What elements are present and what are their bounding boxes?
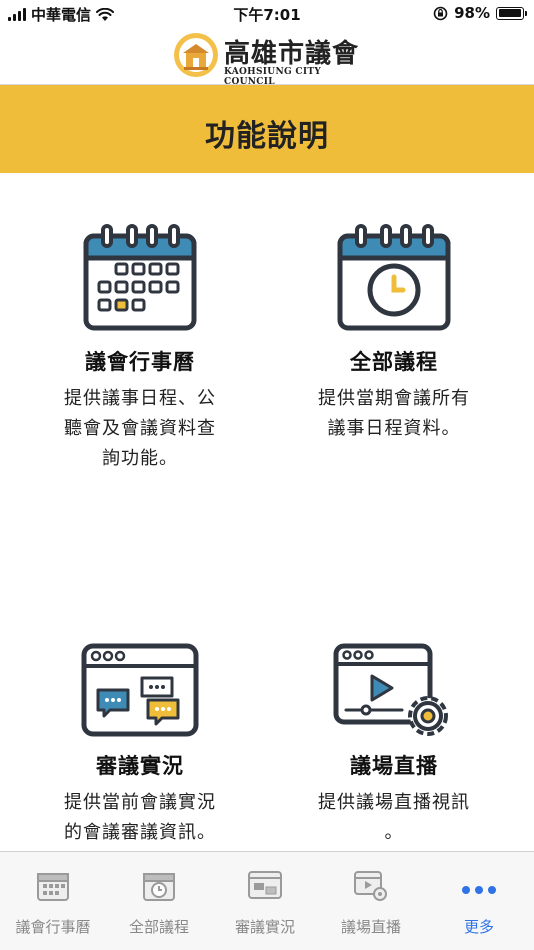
feature-desc-line: 提供當期會議所有 (318, 388, 470, 409)
chat-window-icon (248, 871, 282, 899)
feature-card-broadcast: 議場直播 提供議場直播視訊 。 (264, 642, 524, 848)
chat-window-icon (81, 643, 199, 737)
rotation-lock-icon (433, 6, 448, 20)
page-title: 功能說明 (205, 119, 329, 154)
tab-label: 議會行事曆 (15, 918, 91, 936)
tab-label: 全部議程 (128, 918, 189, 936)
feature-title-agenda: 全部議程 (350, 350, 438, 374)
logo-subtitle: KAOHSIUNG CITY COUNCIL (224, 67, 322, 87)
feature-desc-line: 詢功能。 (102, 448, 178, 469)
feature-title-broadcast: 議場直播 (350, 754, 438, 778)
feature-desc-line: 聽會及會議資料查 (64, 418, 216, 439)
feature-desc-deliberation: 提供當前會議實況 的會議審議資訊。 (10, 788, 270, 848)
calendar-icon (37, 873, 69, 901)
calendar-icon (83, 224, 197, 331)
feature-desc-line: 。 (384, 822, 404, 843)
status-bar: 中華電信 下午7:01 98% (0, 0, 534, 28)
feature-desc-line: 提供當前會議實況 (64, 792, 216, 813)
feature-desc-line: 提供議場直播視訊 (318, 792, 470, 813)
feature-card-agenda: 全部議程 提供當期會議所有 議事日程資料。 (264, 224, 524, 444)
clock-calendar-icon (143, 873, 175, 901)
feature-card-calendar: 議會行事曆 提供議事日程、公 聽會及會議資料查 詢功能。 (10, 224, 270, 474)
tab-label: 審議實況 (234, 918, 295, 936)
tab-deliberation[interactable]: 審議實況 (212, 852, 318, 950)
feature-desc-agenda: 提供當期會議所有 議事日程資料。 (264, 384, 524, 444)
clock-calendar-icon (337, 224, 451, 331)
battery-fill (498, 9, 522, 17)
status-right: 98% (433, 4, 527, 22)
feature-card-deliberation: 審議實況 提供當前會議實況 的會議審議資訊。 (10, 642, 270, 848)
feature-desc-broadcast: 提供議場直播視訊 。 (264, 788, 524, 848)
more-dots-icon (424, 886, 534, 894)
feature-title-calendar: 議會行事曆 (85, 350, 195, 374)
video-settings-icon (333, 643, 448, 736)
feature-title-deliberation: 審議實況 (96, 754, 184, 778)
tab-more[interactable]: 更多 (424, 852, 534, 950)
tab-agenda[interactable]: 全部議程 (106, 852, 212, 950)
app-header: 高雄市議會 KAOHSIUNG CITY COUNCIL (0, 28, 534, 87)
feature-desc-calendar: 提供議事日程、公 聽會及會議資料查 詢功能。 (10, 384, 270, 474)
feature-desc-line: 議事日程資料。 (327, 418, 461, 439)
tab-calendar[interactable]: 議會行事曆 (0, 852, 106, 950)
battery-percent: 98% (454, 4, 490, 22)
tab-broadcast[interactable]: 議場直播 (318, 852, 424, 950)
battery-icon (496, 6, 527, 20)
tab-label: 議場直播 (340, 918, 401, 936)
feature-desc-line: 的會議審議資訊。 (64, 822, 216, 843)
logo-title: 高雄市議會 (224, 39, 360, 69)
bottom-tab-bar: 議會行事曆 全部議程 審議實況 議場直播 更多 (0, 851, 534, 950)
feature-desc-line: 提供議事日程、公 (64, 388, 216, 409)
video-settings-icon (354, 871, 387, 901)
page-title-banner: 功能說明 (0, 85, 534, 173)
tab-label: 更多 (463, 918, 494, 936)
app-screen: 中華電信 下午7:01 98% 高雄市議會 KAOHSIUNG CITY COU… (0, 0, 534, 950)
council-emblem-icon (174, 33, 218, 77)
council-logo: 高雄市議會 KAOHSIUNG CITY COUNCIL (172, 29, 372, 87)
